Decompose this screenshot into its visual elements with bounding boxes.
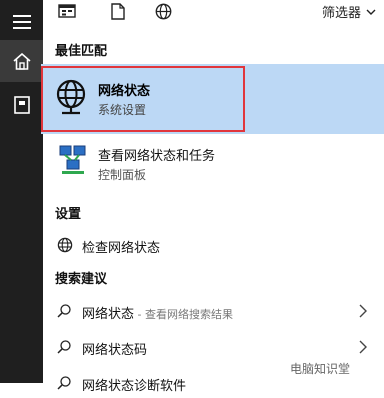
suggestion-query: 网络状态 (82, 307, 135, 322)
home-button[interactable] (0, 40, 43, 82)
documents-filter-button[interactable] (108, 1, 128, 21)
filter-label: 筛选器 (321, 6, 361, 21)
search-icon (57, 340, 71, 354)
suggestion-suffix: - 查看网络搜索结果 (134, 308, 233, 321)
search-icon (57, 304, 71, 318)
app-list-icon (58, 4, 76, 18)
chevron-right-icon[interactable] (358, 340, 368, 354)
chevron-right-icon[interactable] (358, 304, 368, 318)
network-globe-icon (56, 79, 86, 115)
control-panel-subtitle: 控制面板 (98, 168, 147, 182)
notebook-icon (13, 96, 30, 114)
best-match-title: 网络状态 (98, 84, 151, 99)
suggestion-text: 网络状态 - 查看网络搜索结果 (82, 303, 233, 322)
network-computers-icon (59, 145, 86, 174)
watermark: 电脑知识堂 (290, 360, 350, 377)
settings-result[interactable]: 检查网络状态 (55, 232, 384, 260)
web-filter-button[interactable] (153, 1, 173, 21)
apps-filter-button[interactable] (57, 1, 77, 21)
search-icon (57, 376, 71, 390)
best-match-heading: 最佳匹配 (55, 44, 108, 59)
filter-dropdown[interactable]: 筛选器 (322, 2, 376, 21)
settings-result-label: 检查网络状态 (82, 241, 161, 256)
control-panel-title: 查看网络状态和任务 (98, 149, 216, 164)
search-suggestion-item[interactable]: 网络状态 - 查看网络搜索结果 (55, 298, 384, 326)
document-icon (111, 2, 125, 20)
watermark-label: 电脑知识堂 (290, 362, 351, 376)
search-suggestion-item[interactable]: 网络状态码 (55, 334, 384, 362)
chevron-down-icon (366, 9, 376, 15)
suggestion-text: 网络状态码 (82, 343, 148, 358)
best-match-subtitle: 系统设置 (98, 103, 147, 117)
suggestion-text: 网络状态诊断软件 (82, 379, 187, 394)
globe-icon (155, 3, 171, 19)
hamburger-menu-icon (12, 14, 31, 29)
settings-heading: 设置 (55, 207, 82, 222)
globe-icon (57, 237, 73, 253)
filter-toolbar: 筛选器 (43, 0, 384, 32)
notebook-button[interactable] (0, 84, 43, 126)
search-suggestions-heading: 搜索建议 (55, 272, 108, 287)
home-icon (12, 52, 31, 70)
hamburger-menu-button[interactable] (0, 0, 43, 43)
